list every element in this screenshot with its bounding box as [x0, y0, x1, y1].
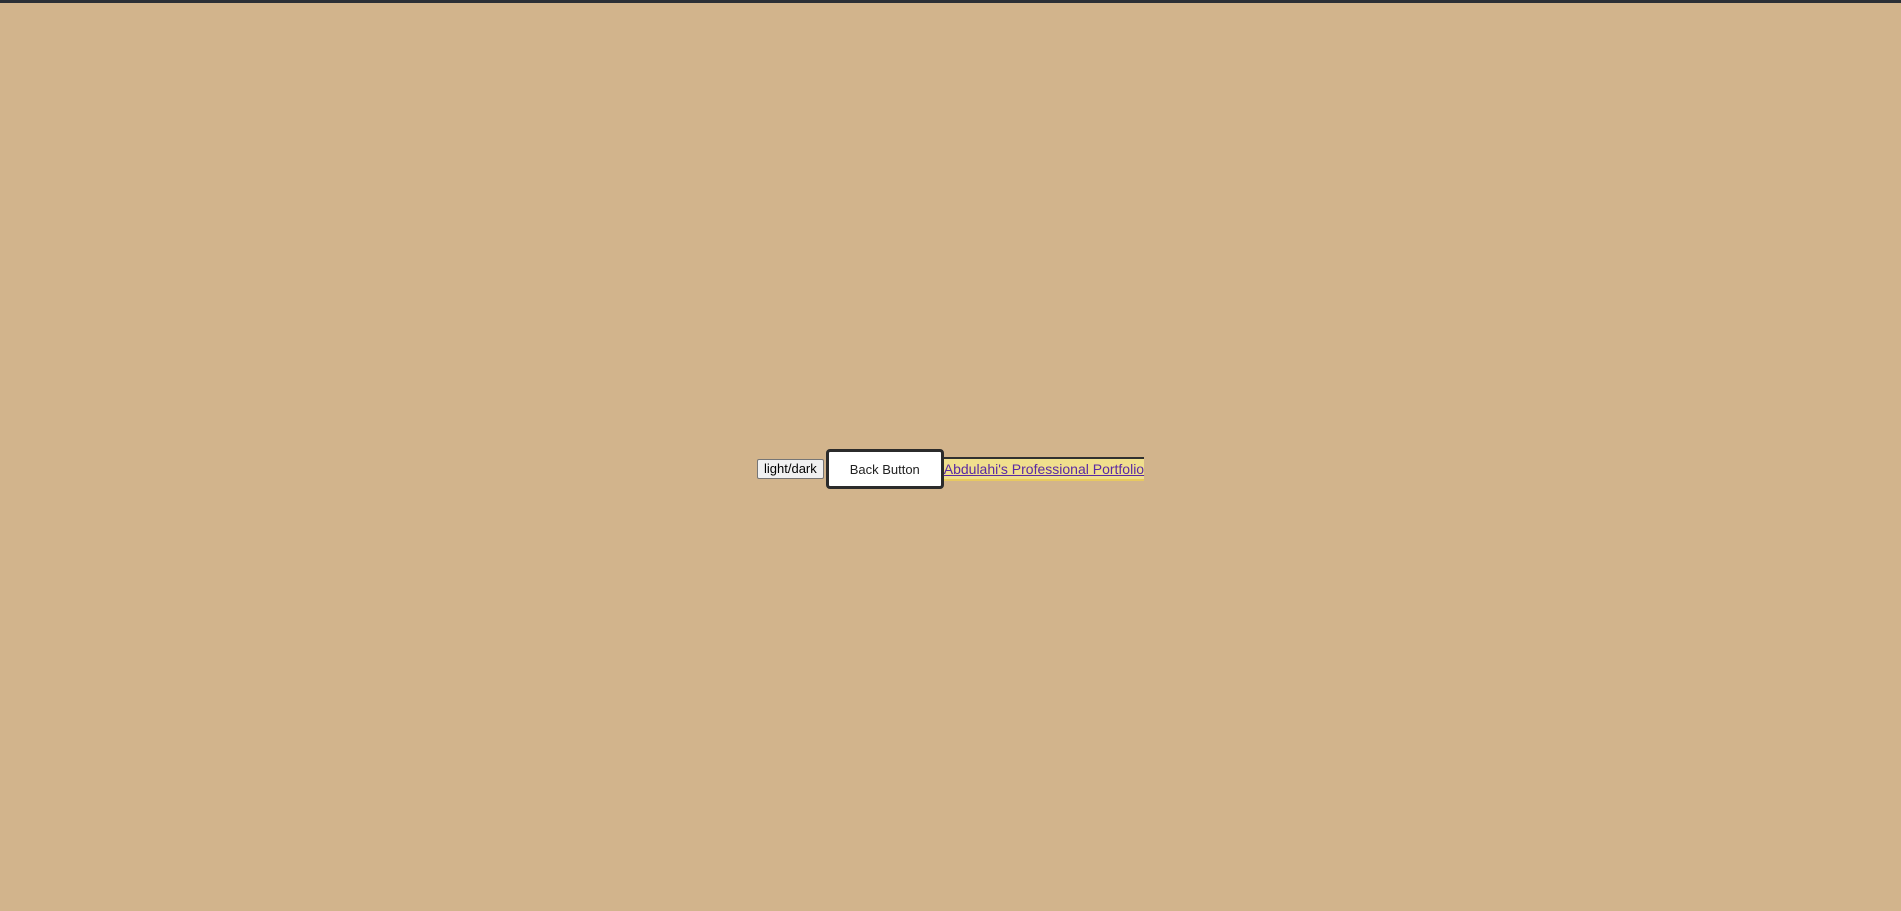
- page-controls: light/dark Back Button Abdulahi's Profes…: [757, 449, 1145, 489]
- portfolio-link[interactable]: Abdulahi's Professional Portfolio: [943, 457, 1145, 481]
- theme-toggle-button[interactable]: light/dark: [757, 459, 824, 479]
- top-strip: [0, 0, 1901, 3]
- back-button[interactable]: Back Button: [825, 449, 944, 489]
